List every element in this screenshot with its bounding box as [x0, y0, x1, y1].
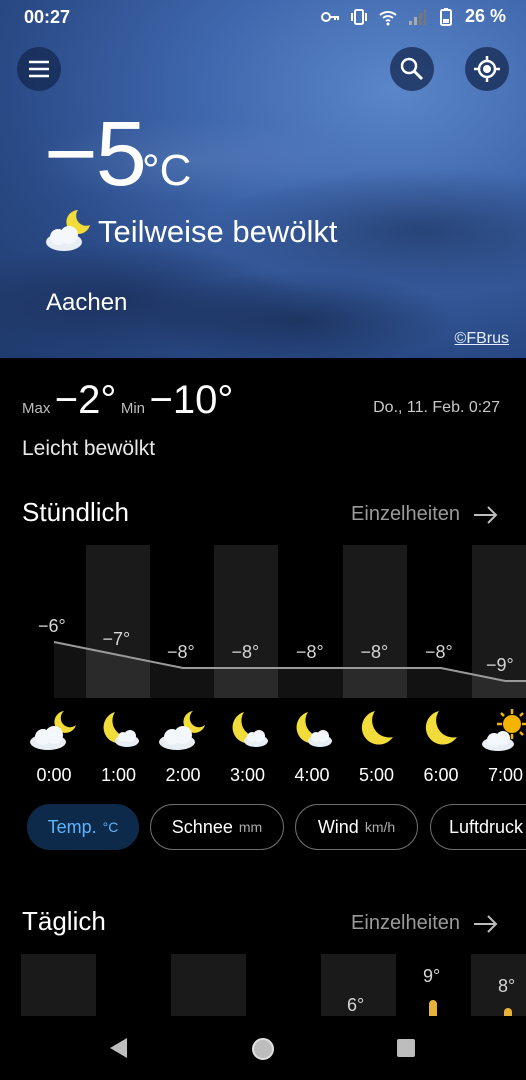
hour-label: 1:00 [100, 765, 137, 785]
daily-temp-bar [429, 1000, 437, 1016]
city-name[interactable]: Aachen [46, 289, 127, 317]
hour-label: 6:00 [423, 765, 459, 785]
moon-cloud-icon [296, 712, 332, 747]
arrow-right-icon [474, 914, 498, 933]
chip-snow[interactable]: Schnee mm [150, 804, 284, 850]
cloud-moon-icon [159, 711, 205, 750]
daily-temp-label: 9° [423, 966, 441, 986]
hourly-temp-label: −8° [167, 642, 195, 662]
chip-snow-unit: mm [238, 819, 263, 835]
min-label: Min [120, 400, 146, 417]
chip-temperature-label: Temp. [47, 816, 97, 837]
moon-icon [361, 711, 393, 745]
hourly-temp-label: −8° [296, 642, 324, 662]
arrow-right-icon [474, 505, 498, 524]
hourly-temp-label: −7° [102, 629, 131, 649]
daily-details-link[interactable]: Einzelheiten [351, 912, 500, 935]
battery-percent: 26 % [464, 6, 506, 26]
hour-label: 4:00 [294, 765, 330, 785]
weather-hero: 00:27 26 % −5 °C Teilweise bewölkt Aache… [0, 0, 526, 358]
cloud-moon-icon [30, 711, 76, 750]
daily-temp-label: 6° [347, 995, 365, 1015]
search-button[interactable] [390, 47, 434, 91]
current-temperature: −5 [44, 103, 147, 205]
hamburger-icon [29, 60, 49, 78]
location-target-icon [474, 56, 500, 82]
status-bar: 00:27 26 % [0, 0, 526, 34]
hourly-temp-label: −8° [425, 642, 453, 662]
max-label: Max [22, 400, 51, 417]
status-time: 00:27 [24, 7, 71, 27]
back-icon[interactable] [107, 1036, 129, 1060]
daily-details-label: Einzelheiten [351, 912, 460, 934]
chip-temperature-unit: °C [102, 819, 119, 835]
hourly-title: Stündlich [22, 497, 129, 527]
max-value: −2° [54, 378, 117, 422]
hourly-temp-label: −9° [486, 655, 514, 675]
hourly-details-label: Einzelheiten [351, 503, 460, 525]
hourly-temp-label: −8° [231, 642, 260, 662]
daily-title: Täglich [22, 906, 106, 936]
daily-temp-label: 8° [498, 976, 516, 996]
current-condition: Teilweise bewölkt [98, 214, 338, 249]
hour-label: 0:00 [36, 765, 72, 785]
locate-button[interactable] [465, 47, 509, 91]
min-value: −10° [149, 378, 234, 422]
hourly-temp-label: −8° [360, 642, 389, 662]
chip-pressure-label: Luftdruck [449, 816, 524, 837]
hourly-temp-label: −6° [38, 616, 66, 636]
wifi-icon [379, 10, 397, 25]
daily-column[interactable] [171, 954, 246, 1016]
hour-label: 5:00 [358, 765, 395, 785]
photo-credit-link[interactable]: ©FBrus [455, 330, 509, 348]
chip-pressure[interactable]: Luftdruck [430, 804, 526, 850]
menu-button[interactable] [17, 47, 61, 91]
chip-snow-label: Schnee [171, 816, 233, 837]
key-icon [320, 11, 339, 22]
vibrate-icon [350, 8, 367, 25]
recents-icon[interactable] [396, 1038, 416, 1058]
hour-label: 7:00 [487, 765, 524, 785]
daily-column[interactable] [21, 954, 96, 1016]
chip-wind[interactable]: Wind km/h [295, 804, 418, 850]
system-navigation-bar [0, 1016, 526, 1080]
hourly-details-link[interactable]: Einzelheiten [351, 503, 500, 526]
cloud-moon-icon [46, 210, 90, 251]
min-max-temperature: Max −2° Min −10° [22, 378, 233, 422]
today-description: Leicht bewölkt [22, 437, 156, 460]
battery-icon [439, 7, 452, 26]
moon-cloud-icon [103, 712, 139, 747]
hour-label: 3:00 [229, 765, 266, 785]
daily-temp-bar [504, 1008, 512, 1016]
chip-temperature[interactable]: Temp. °C [27, 804, 139, 850]
chip-wind-unit: km/h [364, 819, 396, 835]
search-icon [400, 57, 424, 81]
signal-icon [408, 8, 426, 25]
moon-cloud-icon [232, 712, 268, 747]
hour-label: 2:00 [165, 765, 201, 785]
temperature-unit: °C [142, 146, 192, 195]
hourly-temperature-chart [53, 641, 526, 698]
chip-wind-label: Wind [317, 816, 359, 837]
sun-cloud-icon [481, 709, 526, 751]
current-date: Do., 11. Feb. 0:27 [373, 399, 500, 416]
home-icon[interactable] [250, 1036, 276, 1062]
moon-icon [425, 711, 457, 745]
